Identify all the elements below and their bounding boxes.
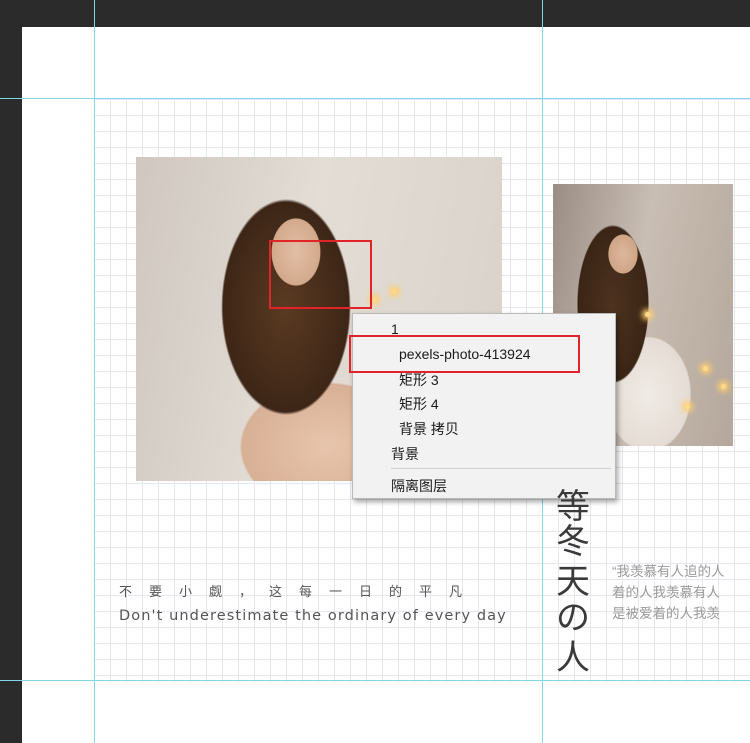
- menu-item-rectangle-4[interactable]: 矩形 4: [399, 395, 439, 413]
- menu-separator: [391, 468, 611, 469]
- slogan-char: 的: [389, 584, 403, 599]
- vertical-title-char: 等: [556, 488, 590, 526]
- workspace-top-bar: [0, 0, 750, 27]
- light-bulb: [392, 289, 397, 294]
- quote-line: 是被爱着的人我羡: [612, 606, 720, 621]
- light-bulb: [645, 312, 650, 317]
- vertical-title-char: の: [556, 599, 590, 637]
- menu-item-background-copy[interactable]: 背景 拷贝: [399, 420, 459, 438]
- workspace-left-bar: [0, 0, 22, 743]
- slogan-char: 这: [269, 584, 283, 599]
- light-bulb: [703, 366, 708, 371]
- menu-item-background[interactable]: 背景: [391, 445, 419, 463]
- guide-horizontal-top[interactable]: [0, 98, 750, 99]
- slogan-char: 不: [119, 584, 133, 599]
- slogan-char: 一: [329, 584, 343, 599]
- slogan-char: 日: [359, 584, 373, 599]
- face-selection-highlight: [269, 240, 372, 309]
- quote-line: “我羡慕有人追的人: [612, 564, 725, 579]
- light-bulb: [721, 384, 726, 389]
- slogan-char: ，: [239, 584, 253, 599]
- menu-item-rectangle-3[interactable]: 矩形 3: [399, 371, 439, 389]
- slogan-char: 平: [419, 584, 433, 599]
- slogan-char: 凡: [449, 584, 463, 599]
- menu-item-isolate-layers[interactable]: 隔离图层: [391, 477, 447, 495]
- slogan-char: 小: [179, 584, 193, 599]
- chinese-slogan: 不 要 小 觑 ， 这 每 一 日 的 平 凡: [119, 581, 479, 600]
- guide-horizontal-bottom[interactable]: [0, 680, 750, 681]
- slogan-char: 每: [299, 584, 313, 599]
- light-bulb: [685, 404, 690, 409]
- slogan-char: 要: [149, 584, 163, 599]
- vertical-title-char: 人: [556, 639, 590, 677]
- quote-line: 着的人我羡慕有人: [612, 585, 720, 600]
- english-slogan: Don't underestimate the ordinary of ever…: [119, 608, 507, 624]
- menu-selection-highlight: [349, 335, 580, 373]
- vertical-title-char: 天: [556, 563, 590, 601]
- vertical-title-char: 冬: [556, 523, 590, 561]
- light-bulb: [372, 297, 377, 302]
- slogan-char: 觑: [209, 584, 223, 599]
- guide-vertical-left[interactable]: [94, 0, 95, 743]
